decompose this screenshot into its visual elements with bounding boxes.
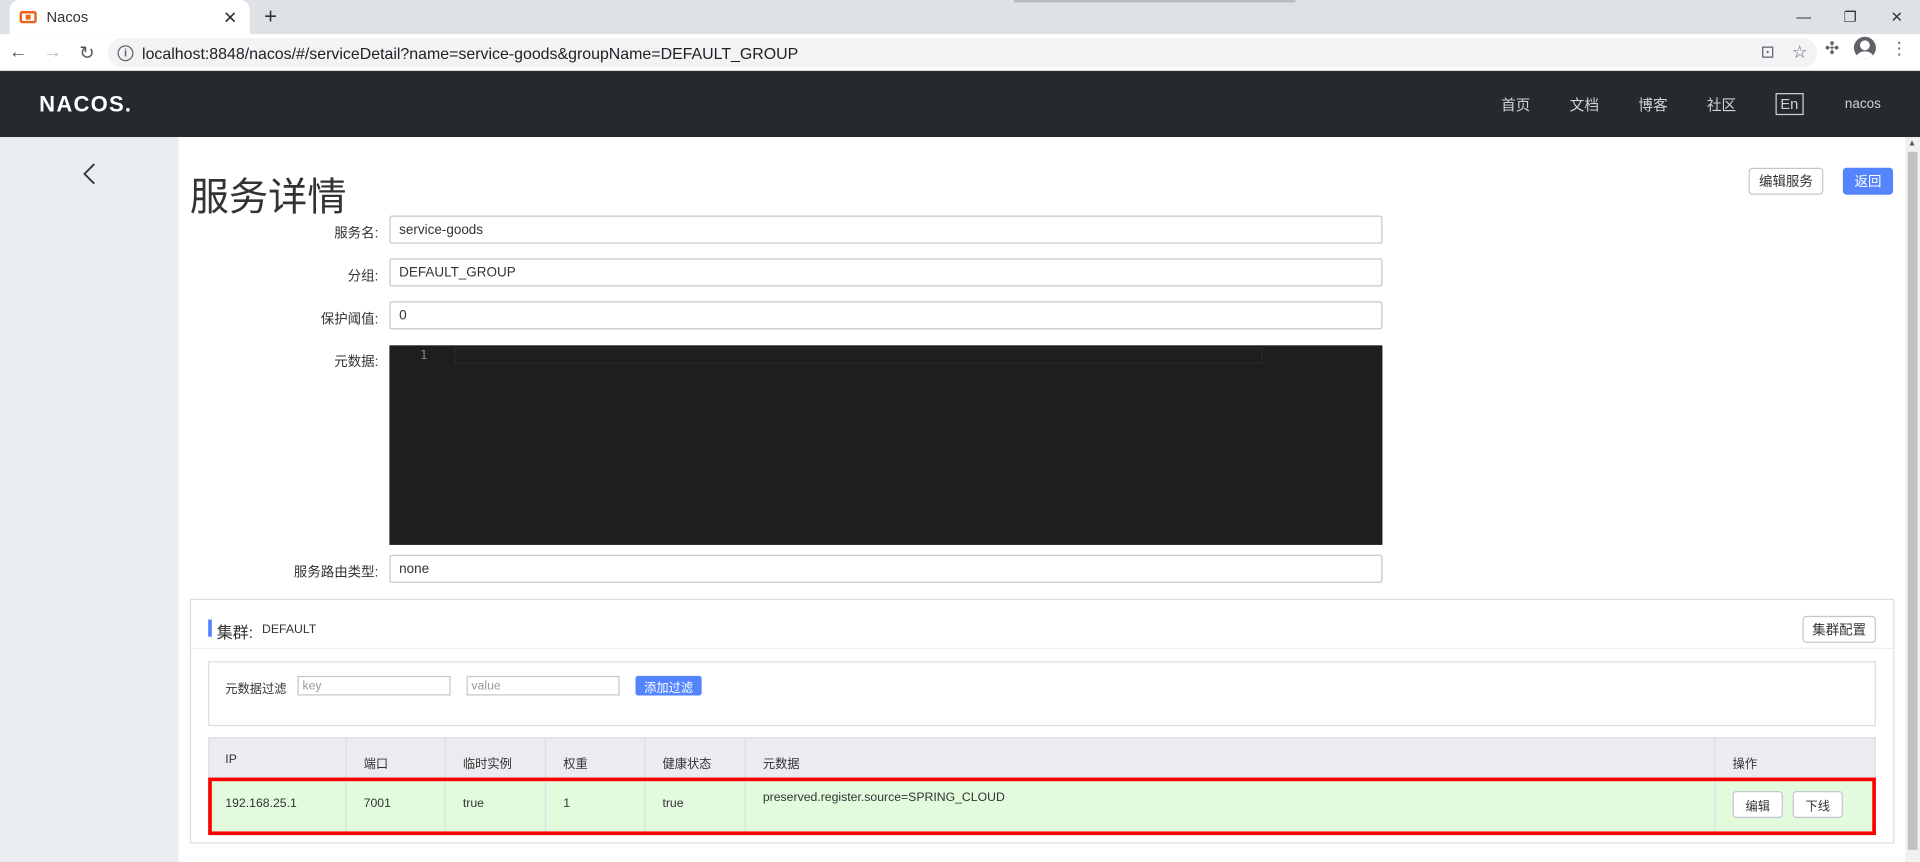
user-menu[interactable]: nacos [1845,97,1881,112]
service-name-label: 服务名: [334,226,379,242]
filter-key-input[interactable]: key [297,675,451,696]
column-header-actions: 操作 [1732,757,1758,772]
window-drag-region [1013,0,1296,3]
editor-line-number: 1 [420,348,428,363]
header-nav: 首页 文档 博客 社区 En nacos [1501,71,1920,137]
new-tab-icon[interactable]: + [258,4,282,30]
close-tab-icon[interactable]: ✕ [220,7,240,28]
nav-blog[interactable]: 博客 [1638,94,1667,115]
app-header: NACOS. 首页 文档 博客 社区 En nacos [0,71,1920,138]
cluster-title: 集群: [216,623,254,642]
cluster-name: DEFAULT [262,623,317,637]
forward-icon[interactable]: → [37,36,69,68]
collapse-sidebar-chevron-left-icon[interactable] [81,163,98,185]
nacos-favicon-icon [19,11,37,24]
close-window-icon[interactable]: ✕ [1873,0,1920,34]
protect-threshold-label: 保护阈值: [320,312,379,327]
column-header-ephemeral: 临时实例 [462,757,512,772]
column-header-weight: 权重 [563,757,588,772]
cluster-header: 集群: DEFAULT 集群配置 [191,600,1894,649]
nav-home[interactable]: 首页 [1501,94,1530,115]
column-header-ip: IP [225,753,237,767]
selector-type-field[interactable]: none [389,554,1383,583]
bookmark-star-icon[interactable]: ☆ [1792,42,1807,63]
group-label: 分组: [347,269,379,285]
scroll-up-arrow-icon[interactable]: ▲ [1908,140,1916,149]
filter-value-input[interactable]: value [466,675,620,696]
cluster-accent-bar [208,619,212,637]
page-title: 服务详情 [189,175,347,220]
window-controls: — ❐ ✕ [1780,0,1920,34]
column-header-port: 端口 [363,757,389,772]
protect-threshold-field[interactable]: 0 [389,301,1383,330]
editor-current-line [454,347,1263,364]
metadata-filter-label: 元数据过滤 [225,683,287,697]
tab-title: Nacos [46,8,89,26]
main-content: 服务详情 编辑服务 返回 服务名: service-goods 分组: DEFA… [178,137,1906,862]
add-filter-button[interactable]: 添加过滤 [635,675,702,696]
browser-tabstrip: Nacos ✕ + — ❐ ✕ [0,0,1920,35]
nacos-logo[interactable]: NACOS. [39,92,132,118]
back-icon[interactable]: ← [2,36,34,68]
group-field[interactable]: DEFAULT_GROUP [389,258,1383,287]
edit-service-button[interactable]: 编辑服务 [1748,167,1824,195]
sidebar [0,137,179,862]
nav-docs[interactable]: 文档 [1570,94,1599,115]
page-scrollbar[interactable]: ▲ [1905,137,1920,862]
cluster-config-button[interactable]: 集群配置 [1802,615,1876,643]
browser-menu-icon[interactable]: ⋮ [1891,37,1908,58]
back-button[interactable]: 返回 [1842,167,1894,195]
site-info-icon[interactable]: i [117,44,134,61]
language-switch-button[interactable]: En [1775,93,1804,116]
browser-toolbar: ← → ↻ i localhost:8848/nacos/#/serviceDe… [0,34,1920,72]
column-header-metadata: 元数据 [762,757,800,772]
browser-extensions: ✣ ⋮ [1825,36,1908,59]
scrollbar-thumb[interactable] [1907,151,1918,850]
metadata-label: 元数据: [334,355,379,370]
url-text: localhost:8848/nacos/#/serviceDetail?nam… [142,43,799,62]
selector-type-label: 服务路由类型: [293,565,379,581]
service-name-field[interactable]: service-goods [389,215,1383,244]
column-header-health: 健康状态 [662,757,712,772]
address-bar[interactable]: i localhost:8848/nacos/#/serviceDetail?n… [107,37,1818,68]
browser-tab[interactable]: Nacos ✕ [9,0,250,35]
row-highlight-annotation [208,777,1876,836]
metadata-code-editor[interactable]: 1 [389,345,1383,545]
translate-icon[interactable]: ⊡ [1760,42,1774,63]
nav-community[interactable]: 社区 [1707,94,1736,115]
profile-avatar-icon[interactable] [1853,36,1876,59]
table-header: IP 端口 临时实例 权重 健康状态 元数据 操作 [208,737,1876,779]
extensions-icon[interactable]: ✣ [1825,37,1839,58]
cluster-card: 集群: DEFAULT 集群配置 元数据过滤 key value 添加过滤 IP… [189,598,1895,844]
restore-icon[interactable]: ❐ [1827,0,1874,34]
reload-icon[interactable]: ↻ [71,36,103,68]
minimize-icon[interactable]: — [1780,0,1827,34]
metadata-filter-panel: 元数据过滤 key value 添加过滤 [208,661,1876,727]
